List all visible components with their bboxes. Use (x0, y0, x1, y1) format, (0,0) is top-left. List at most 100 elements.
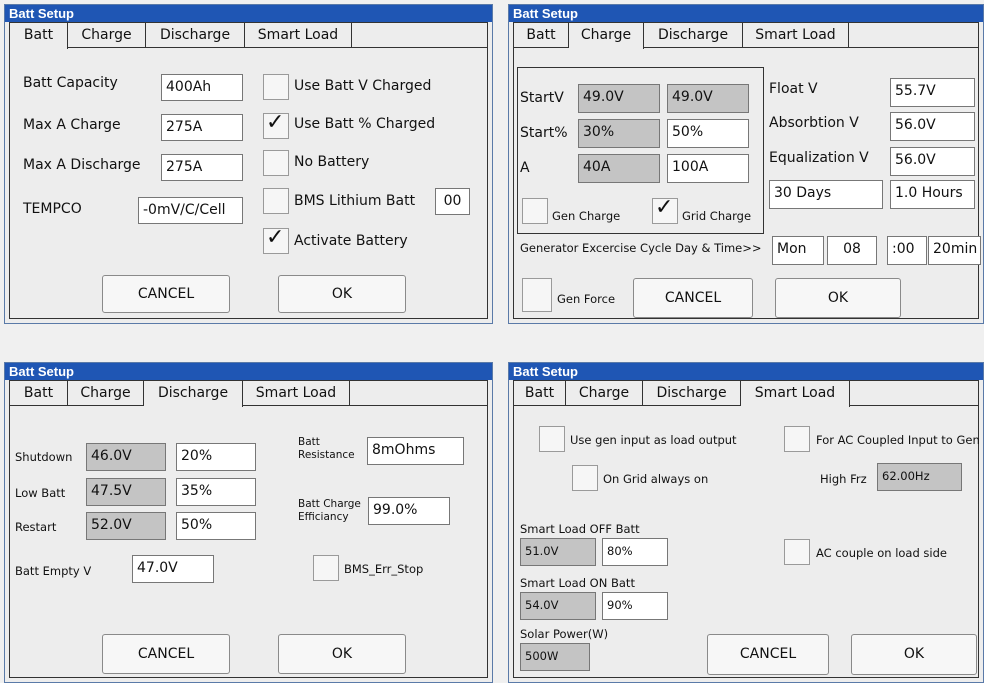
bms-code-field[interactable]: 00 (435, 188, 470, 215)
ac-coupled-gen-checkbox[interactable] (784, 426, 810, 452)
batt-resistance-label-line2: Resistance (298, 449, 355, 461)
equalization-v-field[interactable]: 56.0V (890, 147, 975, 176)
grid-charge-label: Grid Charge (682, 209, 752, 223)
batt-empty-v-field[interactable]: 47.0V (132, 555, 214, 583)
tab-bar: Batt Charge Discharge Smart Load (10, 23, 487, 49)
cancel-button[interactable]: CANCEL (633, 278, 753, 318)
tab-discharge[interactable]: Discharge (146, 23, 245, 48)
low-batt-pct-field[interactable]: 35% (176, 478, 256, 506)
smart-load-on-batt-pct-field[interactable]: 90% (602, 592, 668, 620)
tab-smart-load[interactable]: Smart Load (245, 23, 352, 48)
tab-batt[interactable]: Batt (10, 381, 68, 406)
tab-batt[interactable]: Batt (10, 23, 68, 49)
activate-battery-checkbox[interactable]: ✓ (263, 225, 289, 254)
use-batt-pct-checkbox[interactable]: ✓ (263, 110, 289, 139)
tab-batt[interactable]: Batt (514, 381, 566, 406)
batt-charge-efficiency-label-line2: Efficiancy (298, 511, 349, 523)
tab-charge[interactable]: Charge (68, 381, 144, 406)
generator-cycle-label: Generator Excercise Cycle Day & Time>> (520, 241, 762, 255)
tab-smart-load[interactable]: Smart Load (741, 381, 850, 407)
use-gen-input-label: Use gen input as load output (570, 433, 737, 447)
shutdown-pct-field[interactable]: 20% (176, 443, 256, 471)
gen-cycle-day-field[interactable]: Mon (772, 236, 824, 265)
cancel-button[interactable]: CANCEL (102, 275, 230, 313)
equalization-hours-field[interactable]: 1.0 Hours (890, 180, 975, 209)
tab-discharge[interactable]: Discharge (643, 381, 741, 406)
gen-cycle-minute-field[interactable]: :00 (887, 236, 927, 265)
start-pct-label: Start% (520, 125, 568, 141)
max-a-discharge-field[interactable]: 275A (161, 154, 243, 181)
check-mark-icon: ✓ (266, 110, 285, 135)
ac-couple-load-side-checkbox[interactable] (784, 539, 810, 565)
tab-discharge[interactable]: Discharge (644, 23, 743, 48)
amps-gen-field[interactable]: 40A (578, 154, 660, 183)
batt-capacity-field[interactable]: 400Ah (161, 74, 243, 101)
startv-label: StartV (520, 90, 564, 106)
ok-button[interactable]: OK (278, 634, 406, 674)
activate-battery-label: Activate Battery (294, 233, 408, 249)
tab-bar: Batt Charge Discharge Smart Load (10, 381, 487, 407)
smart-load-off-batt-label: Smart Load OFF Batt (520, 522, 640, 536)
start-pct-grid-field[interactable]: 50% (667, 119, 749, 148)
dialog-body: Batt Charge Discharge Smart Load Batt Ca… (9, 22, 488, 319)
absorption-v-field[interactable]: 56.0V (890, 112, 975, 141)
use-gen-input-checkbox[interactable] (539, 426, 565, 452)
equalization-v-label: Equalization V (769, 150, 869, 166)
restart-pct-field[interactable]: 50% (176, 512, 256, 540)
start-pct-gen-field[interactable]: 30% (578, 119, 660, 148)
gen-cycle-hour-field[interactable]: 08 (827, 236, 877, 265)
window-title: Batt Setup (509, 5, 983, 22)
cancel-button[interactable]: CANCEL (102, 634, 230, 674)
smart-load-on-batt-v-field[interactable]: 54.0V (520, 592, 596, 620)
shutdown-label: Shutdown (15, 450, 73, 464)
tab-discharge[interactable]: Discharge (144, 381, 243, 407)
tab-smart-load[interactable]: Smart Load (743, 23, 849, 48)
tab-charge[interactable]: Charge (566, 381, 643, 406)
batt-resistance-field[interactable]: 8mOhms (367, 437, 464, 465)
cancel-button[interactable]: CANCEL (707, 634, 829, 675)
gen-charge-checkbox[interactable] (522, 198, 548, 224)
float-v-field[interactable]: 55.7V (890, 78, 975, 107)
grid-charge-checkbox[interactable]: ✓ (652, 195, 678, 224)
dialog-body: Batt Charge Discharge Smart Load StartV … (513, 22, 981, 319)
gen-charge-label: Gen Charge (552, 209, 621, 223)
solar-power-label: Solar Power(W) (520, 627, 609, 641)
no-battery-checkbox[interactable] (263, 150, 289, 176)
equalization-days-field[interactable]: 30 Days (769, 180, 883, 209)
gen-force-checkbox[interactable] (522, 278, 552, 312)
low-batt-v-field[interactable]: 47.5V (86, 478, 166, 506)
gen-cycle-duration-field[interactable]: 20min (928, 236, 981, 265)
max-a-charge-field[interactable]: 275A (161, 114, 243, 141)
restart-label: Restart (15, 520, 57, 534)
shutdown-v-field[interactable]: 46.0V (86, 443, 166, 471)
restart-v-field[interactable]: 52.0V (86, 512, 166, 540)
tab-smart-load[interactable]: Smart Load (243, 381, 350, 406)
bms-lithium-label: BMS Lithium Batt (294, 193, 416, 209)
solar-power-field[interactable]: 500W (520, 643, 590, 671)
window-title: Batt Setup (5, 363, 492, 380)
bms-lithium-checkbox[interactable] (263, 188, 289, 214)
check-mark-icon: ✓ (655, 195, 674, 220)
use-batt-v-label: Use Batt V Charged (294, 78, 432, 94)
high-frz-field[interactable]: 62.00Hz (877, 463, 962, 491)
smart-load-off-batt-v-field[interactable]: 51.0V (520, 538, 596, 566)
tab-bar: Batt Charge Discharge Smart Load (514, 381, 978, 407)
ok-button[interactable]: OK (775, 278, 901, 318)
ok-button[interactable]: OK (278, 275, 406, 313)
on-grid-always-on-checkbox[interactable] (572, 465, 598, 491)
bms-err-stop-checkbox[interactable] (313, 555, 339, 581)
amps-grid-field[interactable]: 100A (667, 154, 749, 183)
smart-load-off-batt-pct-field[interactable]: 80% (602, 538, 668, 566)
use-batt-v-checkbox[interactable] (263, 74, 289, 100)
tab-batt[interactable]: Batt (514, 23, 569, 48)
window-title: Batt Setup (5, 5, 492, 22)
tab-charge[interactable]: Charge (68, 23, 146, 48)
ok-button[interactable]: OK (851, 634, 977, 675)
window-title: Batt Setup (509, 363, 983, 380)
startv-grid-field[interactable]: 49.0V (667, 84, 749, 113)
tempco-field[interactable]: -0mV/C/Cell (138, 197, 243, 224)
startv-gen-field[interactable]: 49.0V (578, 84, 660, 113)
batt-charge-efficiency-field[interactable]: 99.0% (368, 497, 450, 525)
float-v-label: Float V (769, 81, 818, 97)
tab-charge[interactable]: Charge (569, 23, 644, 49)
